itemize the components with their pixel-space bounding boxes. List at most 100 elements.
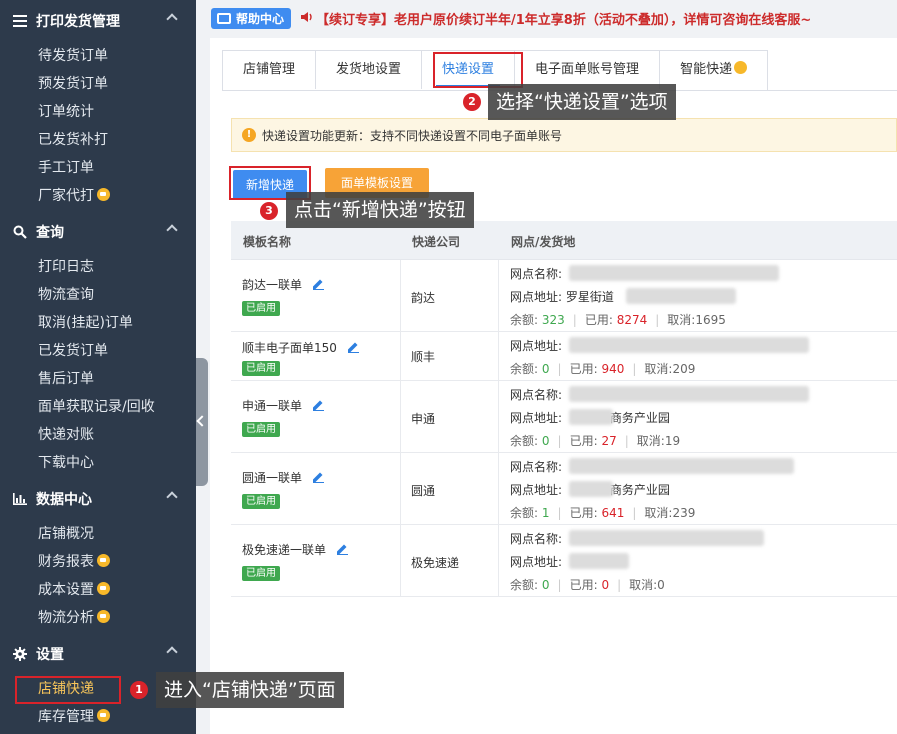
sidebar-item-pending-orders[interactable]: 待发货订单 bbox=[38, 44, 108, 68]
help-center-button[interactable]: 帮助中心 bbox=[211, 8, 291, 29]
tab-smart-express[interactable]: 智能快递 bbox=[660, 51, 767, 89]
template-name: 韵达一联单 bbox=[242, 276, 325, 293]
sidebar-item-print-log[interactable]: 打印日志 bbox=[38, 255, 94, 279]
sidebar-group-settings[interactable]: 设置 bbox=[0, 637, 196, 671]
sidebar-item-order-stats[interactable]: 订单统计 bbox=[38, 100, 94, 124]
express-company: 极免速递 bbox=[411, 556, 460, 570]
sidebar-item-after-sale-orders[interactable]: 售后订单 bbox=[38, 367, 94, 391]
sidebar-item-logistics-analysis[interactable]: 物流分析 bbox=[38, 606, 110, 630]
sidebar-item-reprint-shipped[interactable]: 已发货补打 bbox=[38, 128, 108, 152]
express-company: 圆通 bbox=[411, 484, 436, 498]
edit-icon[interactable] bbox=[312, 399, 325, 411]
waybill-stats: 余额: 1 | 已用: 641 | 取消:239 bbox=[510, 506, 696, 520]
waybill-stats: 余额: 0 | 已用: 27 | 取消:19 bbox=[510, 434, 681, 448]
sidebar-group-label: 数据中心 bbox=[36, 492, 92, 508]
table-row[interactable]: 韵达一联单 已启用 韵达 网点名称: 网点地址: 罗星街道 余额: 323 | 已用… bbox=[231, 260, 897, 332]
redacted-value bbox=[569, 386, 809, 402]
status-badge: 已启用 bbox=[242, 422, 280, 437]
template-name: 申通一联单 bbox=[242, 397, 325, 414]
step-marker-1: 1 bbox=[130, 681, 148, 699]
table-row[interactable]: 顺丰电子面单150 已启用 顺丰 网点地址: 余额: 0 | 已用: 940 | 取消:… bbox=[231, 332, 897, 381]
sidebar-group-query[interactable]: 查询 bbox=[0, 215, 196, 249]
chevron-up-icon bbox=[166, 13, 178, 25]
callout-step-3: 点击“新增快递”按钮 bbox=[286, 192, 474, 228]
redacted-value bbox=[569, 458, 794, 474]
chevron-up-icon bbox=[166, 491, 178, 503]
status-badge: 已启用 bbox=[242, 361, 280, 376]
status-badge: 已启用 bbox=[242, 494, 280, 509]
new-badge-icon bbox=[97, 582, 110, 595]
top-notice-bar: 帮助中心 【续订专享】老用户原价续订半年/1年立享8折（活动不叠加），详情可咨询… bbox=[196, 0, 897, 38]
sidebar-item-cancelled-orders[interactable]: 取消(挂起)订单 bbox=[38, 311, 133, 335]
redacted-value bbox=[569, 553, 629, 569]
redacted-value bbox=[626, 288, 736, 304]
highlight-express-settings-tab bbox=[433, 52, 523, 88]
table-row[interactable]: 圆通一联单 已启用 圆通 网点名称: 网点地址: 商务产业园 余额: 1 | 已用:… bbox=[231, 453, 897, 525]
promo-notice[interactable]: 【续订专享】老用户原价续订半年/1年立享8折（活动不叠加），详情可咨询在线客服~ bbox=[316, 9, 811, 28]
column-header-company: 快递公司 bbox=[412, 235, 461, 249]
express-company: 韵达 bbox=[411, 291, 436, 305]
step-marker-2: 2 bbox=[463, 93, 481, 111]
edit-icon[interactable] bbox=[347, 341, 359, 353]
redacted-value bbox=[569, 481, 613, 497]
sidebar-item-download-center[interactable]: 下载中心 bbox=[38, 451, 94, 475]
table-row[interactable]: 极免速递一联单 已启用 极免速递 网点名称: 网点地址: 余额: 0 | 已用: 0… bbox=[231, 525, 897, 597]
site-name-label: 网点名称: bbox=[510, 267, 563, 281]
column-header-site: 网点/发货地 bbox=[511, 235, 576, 249]
sidebar-group-label: 查询 bbox=[36, 225, 64, 241]
callout-step-1: 进入“店铺快递”页面 bbox=[156, 672, 344, 708]
status-badge: 已启用 bbox=[242, 566, 280, 581]
edit-icon[interactable] bbox=[336, 543, 349, 555]
speaker-icon bbox=[301, 12, 312, 22]
site-name-label: 网点名称: bbox=[510, 532, 563, 546]
callout-step-2: 选择“快递设置”选项 bbox=[488, 84, 676, 120]
column-header-template: 模板名称 bbox=[243, 235, 292, 249]
step-marker-3: 3 bbox=[260, 202, 278, 220]
chevron-up-icon bbox=[166, 224, 178, 236]
waybill-stats: 余额: 0 | 已用: 0 | 取消:0 bbox=[510, 578, 665, 592]
book-icon bbox=[217, 13, 231, 24]
site-address: 网点地址: bbox=[510, 555, 563, 569]
sidebar-item-finance-report[interactable]: 财务报表 bbox=[38, 550, 110, 574]
chevron-up-icon bbox=[166, 646, 178, 658]
new-badge-icon bbox=[97, 709, 110, 722]
sidebar-item-waybill-records[interactable]: 面单获取记录/回收 bbox=[38, 395, 155, 419]
template-name: 顺丰电子面单150 bbox=[242, 339, 359, 356]
sidebar-group-label: 打印发货管理 bbox=[36, 14, 120, 30]
waybill-stats: 余额: 0 | 已用: 940 | 取消:209 bbox=[510, 362, 696, 376]
new-badge-icon bbox=[97, 188, 110, 201]
sidebar-item-pre-ship-orders[interactable]: 预发货订单 bbox=[38, 72, 108, 96]
sidebar-item-cost-settings[interactable]: 成本设置 bbox=[38, 578, 110, 602]
table-row[interactable]: 申通一联单 已启用 申通 网点名称: 网点地址: 商务产业园 余额: 0 | 已用:… bbox=[231, 381, 897, 453]
tab-ship-from-settings[interactable]: 发货地设置 bbox=[316, 51, 423, 89]
edit-icon[interactable] bbox=[312, 471, 325, 483]
sidebar: 打印发货管理 待发货订单 预发货订单 订单统计 已发货补打 手工订单 厂家代打 … bbox=[0, 0, 196, 734]
sidebar-item-vendor-print[interactable]: 厂家代打 bbox=[38, 184, 110, 208]
bar-chart-icon bbox=[12, 491, 28, 507]
site-name-label: 网点名称: bbox=[510, 388, 563, 402]
sidebar-item-manual-orders[interactable]: 手工订单 bbox=[38, 156, 94, 180]
sidebar-group-print-ship[interactable]: 打印发货管理 bbox=[0, 4, 196, 38]
sidebar-item-express-reconcile[interactable]: 快递对账 bbox=[38, 423, 94, 447]
update-info-bar: ! 快递设置功能更新：支持不同快递设置不同电子面单账号 bbox=[231, 118, 897, 152]
new-badge-icon bbox=[734, 61, 748, 74]
site-address: 网点地址: bbox=[510, 339, 563, 353]
template-name: 圆通一联单 bbox=[242, 469, 325, 486]
tab-store-management[interactable]: 店铺管理 bbox=[223, 51, 317, 89]
redacted-value bbox=[569, 530, 764, 546]
sidebar-item-store-overview[interactable]: 店铺概况 bbox=[38, 522, 94, 546]
info-icon: ! bbox=[242, 128, 256, 142]
site-address: 网点地址: 罗星街道 bbox=[510, 290, 614, 304]
search-icon bbox=[12, 224, 28, 240]
highlight-store-express-item bbox=[15, 676, 121, 704]
site-name-label: 网点名称: bbox=[510, 460, 563, 474]
edit-icon[interactable] bbox=[312, 278, 325, 290]
sidebar-item-shipped-orders[interactable]: 已发货订单 bbox=[38, 339, 108, 363]
gear-icon bbox=[12, 646, 28, 662]
redacted-value bbox=[569, 337, 809, 353]
sidebar-group-data-center[interactable]: 数据中心 bbox=[0, 482, 196, 516]
sidebar-item-inventory[interactable]: 库存管理 bbox=[38, 705, 110, 729]
sidebar-collapse-handle[interactable] bbox=[196, 358, 208, 486]
status-badge: 已启用 bbox=[242, 301, 280, 316]
sidebar-item-logistics-query[interactable]: 物流查询 bbox=[38, 283, 94, 307]
